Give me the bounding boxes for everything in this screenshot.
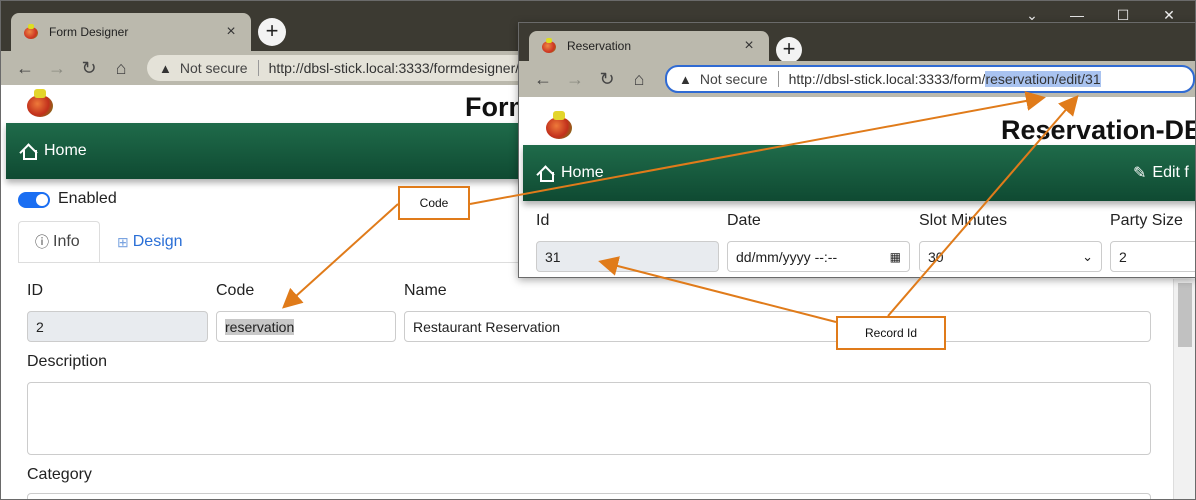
arrow-code-to-field — [282, 203, 399, 309]
arrow-record-to-id — [598, 256, 837, 323]
record-id-callout: Record Id — [836, 316, 946, 350]
annotation-arrows — [282, 91, 1079, 323]
arrow-code-to-url — [469, 91, 1046, 205]
code-callout: Code — [398, 186, 470, 220]
arrow-record-to-url — [887, 94, 1079, 317]
